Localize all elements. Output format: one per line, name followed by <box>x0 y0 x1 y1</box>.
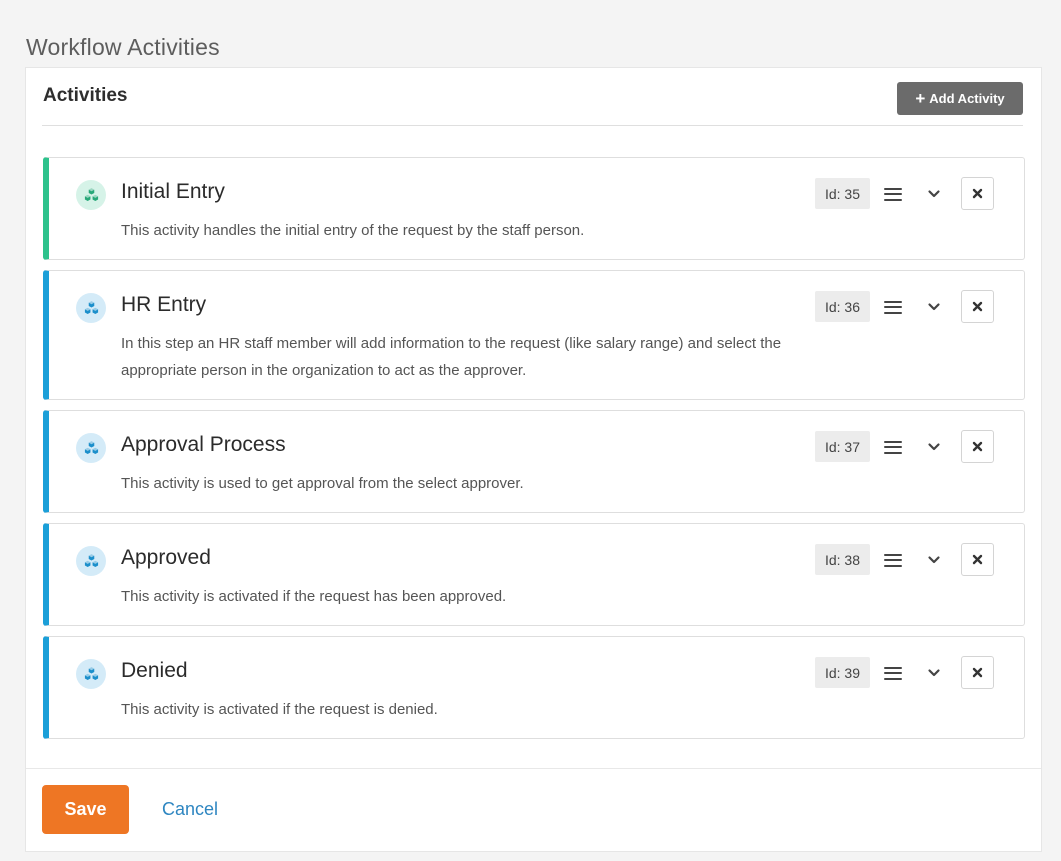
chevron-down-icon[interactable] <box>922 435 946 459</box>
close-icon[interactable] <box>961 430 994 463</box>
activity-card[interactable]: Denied This activity is activated if the … <box>43 636 1025 739</box>
plus-icon: + <box>915 89 926 108</box>
add-activity-button[interactable]: + Add Activity <box>897 82 1023 115</box>
cubes-icon <box>76 659 106 689</box>
close-icon[interactable] <box>961 177 994 210</box>
reorder-handle-icon[interactable] <box>884 435 902 459</box>
panel-heading: Activities <box>43 85 128 106</box>
chevron-down-icon[interactable] <box>922 661 946 685</box>
panel-footer: Save Cancel <box>26 768 1041 851</box>
activity-card[interactable]: Approved This activity is activated if th… <box>43 523 1025 626</box>
close-icon[interactable] <box>961 656 994 689</box>
chevron-down-icon[interactable] <box>922 548 946 572</box>
activity-card[interactable]: Approval Process This activity is used to… <box>43 410 1025 513</box>
activity-id-badge: Id: 35 <box>814 178 870 209</box>
cubes-icon <box>76 546 106 576</box>
cancel-link[interactable]: Cancel <box>162 799 218 820</box>
activity-id-badge: Id: 37 <box>814 431 870 462</box>
chevron-down-icon[interactable] <box>922 182 946 206</box>
reorder-handle-icon[interactable] <box>884 661 902 685</box>
close-icon[interactable] <box>961 543 994 576</box>
activity-title: Approved <box>121 546 211 569</box>
activity-description: This activity is used to get approval fr… <box>121 475 524 492</box>
cubes-icon <box>76 293 106 323</box>
save-button[interactable]: Save <box>42 785 129 834</box>
section-title: Workflow Activities <box>26 34 220 60</box>
activity-description: This activity is activated if the reques… <box>121 588 507 605</box>
activity-description: This activity is activated if the reques… <box>121 701 438 718</box>
activity-description: In this step an HR staff member will add… <box>121 335 782 379</box>
activity-title: HR Entry <box>121 293 207 316</box>
activity-title: Approval Process <box>121 433 286 456</box>
reorder-handle-icon[interactable] <box>884 295 902 319</box>
activity-card[interactable]: Initial Entry This activity handles the i… <box>43 157 1025 260</box>
add-activity-label: Add Activity <box>929 91 1005 106</box>
cubes-icon <box>76 433 106 463</box>
activity-id-badge: Id: 39 <box>814 657 870 688</box>
reorder-handle-icon[interactable] <box>884 548 902 572</box>
activity-description: This activity handles the initial entry … <box>121 222 585 239</box>
activity-id-badge: Id: 36 <box>814 291 870 322</box>
activity-id-badge: Id: 38 <box>814 544 870 575</box>
cubes-icon <box>76 180 106 210</box>
reorder-handle-icon[interactable] <box>884 182 902 206</box>
close-icon[interactable] <box>961 290 994 323</box>
activity-card[interactable]: HR Entry In this step an HR staff member … <box>43 270 1025 400</box>
chevron-down-icon[interactable] <box>922 295 946 319</box>
panel-header: Activities + Add Activity <box>42 68 1023 126</box>
activity-title: Initial Entry <box>121 180 225 203</box>
activities-panel: Activities + Add Activity Initial Entry T… <box>25 67 1042 852</box>
activity-title: Denied <box>121 659 188 682</box>
